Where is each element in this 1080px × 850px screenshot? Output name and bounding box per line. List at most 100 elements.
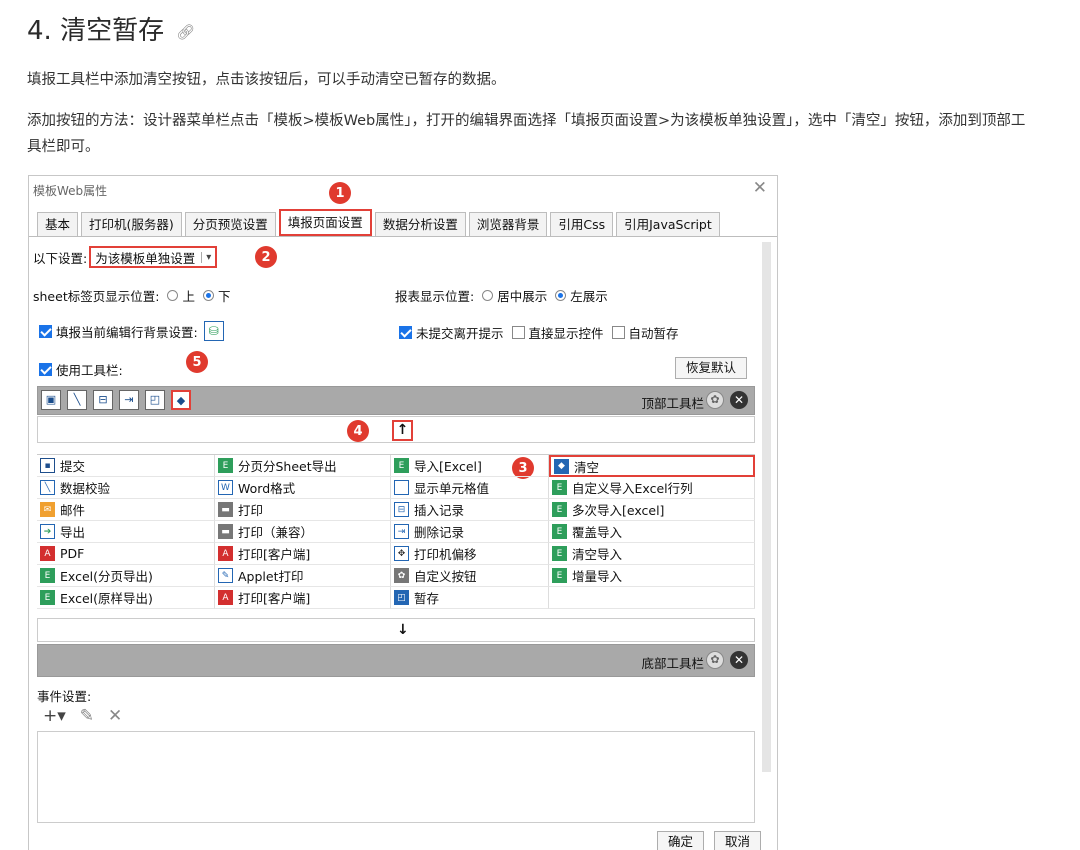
event-list <box>37 731 755 823</box>
move-down-icon[interactable]: ↓ <box>397 622 409 638</box>
grid-item-custom-button[interactable]: ✿ 自定义按钮 <box>391 565 549 587</box>
excel-icon: E <box>552 568 567 583</box>
settings-select[interactable]: 为该模板单独设置 ▾ <box>89 246 218 268</box>
radio-report-left[interactable] <box>555 290 567 301</box>
dialog-title: 模板Web属性 <box>33 184 108 198</box>
radio-sheet-bottom[interactable] <box>202 290 214 301</box>
options-row: 未提交离开提示 直接显示控件 自动暂存 <box>399 323 679 342</box>
grid-item-export[interactable]: ➔ 导出 <box>37 521 215 543</box>
printer-icon: ▬ <box>218 502 233 517</box>
grid-item-printer-offset[interactable]: ✥ 打印机偏移 <box>391 543 549 565</box>
close-circle-icon[interactable]: ✕ <box>730 651 748 669</box>
grid-item-label: 覆盖导入 <box>572 525 623 540</box>
export-icon: ➔ <box>40 524 55 539</box>
edit-icon[interactable]: ✎ <box>80 706 94 726</box>
grid-item-word[interactable]: W Word格式 <box>215 477 391 499</box>
grid-item-applet-print[interactable]: ✎ Applet打印 <box>215 565 391 587</box>
grid-item-label: 插入记录 <box>414 503 465 518</box>
grid-item-data-validate[interactable]: ╲ 数据校验 <box>37 477 215 499</box>
radio-report-center-label: 居中展示 <box>497 289 548 304</box>
grid-item-label: 打印[客户端] <box>238 591 311 606</box>
pdf-icon: A <box>218 546 233 561</box>
fill-bg-checkbox[interactable] <box>39 324 52 338</box>
grid-item-submit[interactable]: ▪ 提交 <box>37 455 215 477</box>
restore-default-button[interactable]: 恢复默认 <box>675 357 748 379</box>
tab-printer-server[interactable]: 打印机(服务器) <box>81 212 182 236</box>
insert-record-icon[interactable]: ⊟ <box>93 390 113 410</box>
close-circle-icon[interactable]: ✕ <box>730 391 748 409</box>
delete-record-icon[interactable]: ⇥ <box>119 390 139 410</box>
pdf-icon: A <box>218 590 233 605</box>
grid-item-overwrite-import[interactable]: E 覆盖导入 <box>549 521 755 543</box>
grid-item-print-client[interactable]: A 打印[客户端] <box>215 543 391 565</box>
close-icon[interactable]: ✕ <box>753 178 767 198</box>
grid-item-label: Excel(分页导出) <box>60 569 153 584</box>
grid-item-import-excel[interactable]: E 导入[Excel] <box>391 455 549 477</box>
unsubmitted-checkbox[interactable] <box>399 326 412 339</box>
tab-basic[interactable]: 基本 <box>37 212 79 236</box>
grid-item-label: 提交 <box>60 459 86 474</box>
radio-sheet-top-label: 上 <box>182 289 195 304</box>
scrollbar[interactable] <box>762 242 771 772</box>
temp-save-icon[interactable]: ◰ <box>145 390 165 410</box>
gear-icon[interactable]: ✿ <box>706 651 724 669</box>
tab-javascript[interactable]: 引用JavaScript <box>616 212 720 236</box>
tab-data-analysis[interactable]: 数据分析设置 <box>374 212 466 236</box>
eraser-icon[interactable]: ◆ <box>171 390 191 410</box>
use-toolbar-row: 使用工具栏: <box>39 360 123 379</box>
save-icon[interactable]: ▣ <box>41 390 61 410</box>
top-toolbar-label: 顶部工具栏 <box>641 396 704 411</box>
chevron-down-icon: ▾ <box>201 251 211 263</box>
grid-item-pdf[interactable]: A PDF <box>37 543 215 565</box>
radio-sheet-bottom-label: 下 <box>217 289 231 304</box>
radio-report-center[interactable] <box>482 290 494 301</box>
grid-item-excel-paged[interactable]: E Excel(分页导出) <box>37 565 215 587</box>
paint-bucket-icon[interactable]: ⛁ <box>203 321 224 341</box>
tab-fill-page-settings[interactable]: 填报页面设置 <box>278 209 372 236</box>
grid-item-show-cell-value[interactable]: 显示单元格值 <box>391 477 549 499</box>
validate-icon[interactable]: ╲ <box>67 390 87 410</box>
delete-icon[interactable]: ✕ <box>108 706 122 726</box>
radio-sheet-top[interactable] <box>167 290 179 301</box>
grid-item-temp-save[interactable]: ◰ 暂存 <box>391 587 549 609</box>
grid-item-print[interactable]: ▬ 打印 <box>215 499 391 521</box>
grid-item-incremental-import[interactable]: E 增量导入 <box>549 565 755 587</box>
grid-item-label: 清空 <box>574 459 600 475</box>
event-settings-label: 事件设置: <box>37 689 92 704</box>
top-toolbar: ▣ ╲ ⊟ ⇥ ◰ ◆ 顶部工具栏 ✿ ✕ <box>37 386 755 415</box>
pdf-icon: A <box>40 546 55 561</box>
gear-icon[interactable]: ✿ <box>706 391 724 409</box>
radio-report-left-label: 左展示 <box>570 289 608 304</box>
grid-item-print-client-2[interactable]: A 打印[客户端] <box>215 587 391 609</box>
available-buttons-grid: ▪ 提交 E 分页分Sheet导出 E 导入[Excel] ◆ 清空 ╲ 数据校验 W Wo… <box>37 454 755 609</box>
paragraph-method: 添加按钮的方法：设计器菜单栏点击「模板>模板Web属性」，打开的编辑界面选择「填… <box>27 113 1026 155</box>
tab-css[interactable]: 引用Css <box>550 212 614 236</box>
grid-item-multi-import[interactable]: E 多次导入[excel] <box>549 499 755 521</box>
save-icon: ▪ <box>40 458 55 473</box>
grid-item-insert-record[interactable]: ⊟ 插入记录 <box>391 499 549 521</box>
grid-item-clear-import[interactable]: E 清空导入 <box>549 543 755 565</box>
move-up-button[interactable]: ↑ <box>392 420 413 441</box>
bottom-toolbar-label: 底部工具栏 <box>641 656 704 671</box>
ok-button[interactable]: 确定 <box>656 831 704 850</box>
excel-icon: E <box>552 546 567 561</box>
cancel-button[interactable]: 取消 <box>713 831 761 850</box>
tab-paging-preview[interactable]: 分页预览设置 <box>184 212 276 236</box>
grid-item-delete-record[interactable]: ⇥ 删除记录 <box>391 521 549 543</box>
grid-item-label: PDF <box>60 546 85 561</box>
grid-item-paged-sheet-export[interactable]: E 分页分Sheet导出 <box>215 455 391 477</box>
tab-browser-background[interactable]: 浏览器背景 <box>468 212 548 236</box>
grid-item-excel-original[interactable]: E Excel(原样导出) <box>37 587 215 609</box>
grid-item-print-compat[interactable]: ▬ 打印（兼容） <box>215 521 391 543</box>
grid-item-label: 打印机偏移 <box>414 547 477 562</box>
unsubmitted-label: 未提交离开提示 <box>416 326 504 341</box>
use-toolbar-checkbox[interactable] <box>39 363 52 376</box>
add-icon[interactable]: +▾ <box>43 706 66 726</box>
link-icon[interactable]: 🔗︎ <box>176 23 195 41</box>
grid-item-custom-import[interactable]: E 自定义导入Excel行列 <box>549 477 755 499</box>
page-title: 4. 清空暂存 🔗︎ <box>27 10 195 47</box>
grid-item-email[interactable]: ✉ 邮件 <box>37 499 215 521</box>
grid-item-clear[interactable]: ◆ 清空 <box>549 455 755 477</box>
direct-show-checkbox[interactable] <box>511 326 525 339</box>
auto-save-checkbox[interactable] <box>611 326 625 339</box>
